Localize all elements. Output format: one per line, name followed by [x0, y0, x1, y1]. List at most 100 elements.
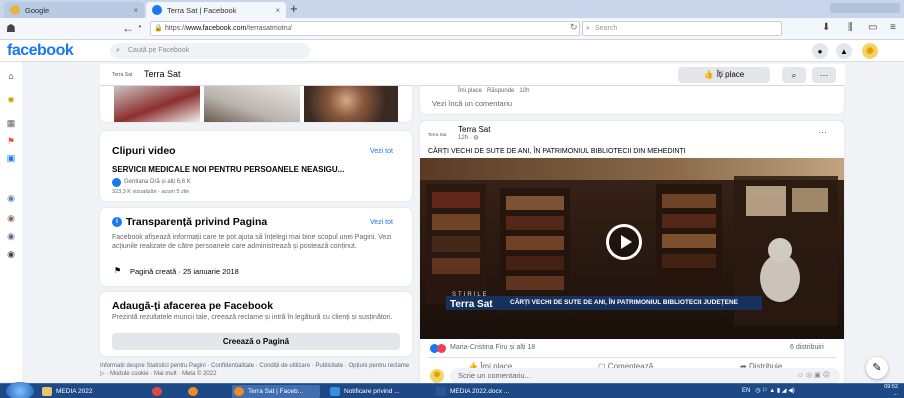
new-message-button[interactable]: ✎ [866, 357, 888, 379]
add-business-card: Adaugă-ți afacerea pe Facebook Prezintă … [100, 292, 412, 356]
view-more-comments-link[interactable]: Vezi încă un comentariu [432, 99, 512, 108]
tray-language[interactable]: EN [742, 388, 750, 394]
taskbar-clock[interactable]: 09:52 ... [868, 384, 898, 398]
firefox-icon [234, 387, 244, 396]
create-page-button[interactable]: Creează o Pagină [112, 333, 400, 350]
word-icon [436, 387, 446, 396]
footer-links[interactable]: Informații despre Statistici pentru Pagi… [100, 362, 412, 378]
page-more-button[interactable]: ··· [812, 67, 836, 83]
avatar[interactable]: ✹ [862, 43, 878, 59]
video-stats: 323,3 K vizualizări · acum 5 zile [112, 189, 190, 195]
library-icon[interactable]: ⫼ [848, 22, 853, 33]
videos-card: Clipuri video Vezi tot SERVICII MEDICALE… [100, 131, 412, 201]
post-reactions[interactable]: Maria-Cristina Firu și alți 18 [450, 344, 535, 351]
business-card-title: Adaugă-ți afacerea pe Facebook [112, 300, 274, 312]
comment-reply-link[interactable]: Răspunde [487, 88, 514, 94]
reload-icon[interactable]: ↻ [570, 22, 578, 33]
close-tab-icon[interactable]: × [275, 6, 280, 15]
taskbar-chrome[interactable] [150, 385, 180, 398]
compose-icon: ✎ [872, 362, 882, 374]
taskbar-firefox[interactable] [186, 385, 216, 398]
post-author[interactable]: Terra Sat [458, 125, 490, 134]
task-label: MEDIA 2022.docx ... [450, 388, 510, 395]
post-options-icon[interactable]: ··· [818, 127, 827, 137]
photo-thumbnail[interactable] [204, 86, 300, 122]
play-icon [621, 235, 632, 249]
profile-avatar-icon[interactable]: ✹ [5, 94, 17, 106]
facebook-icon [152, 5, 162, 15]
divider [428, 357, 836, 358]
comment-like-link[interactable]: Îmi place [458, 88, 482, 94]
post-time[interactable]: 12h · [458, 135, 473, 141]
browser-search-placeholder: Search [595, 25, 618, 32]
tab-google[interactable]: Google × [4, 2, 144, 18]
messenger-icon[interactable]: ● [812, 43, 828, 59]
comment-input[interactable]: Scrie un comentariu... ☺ ◎ ▣ ☹ [450, 368, 840, 384]
transparency-see-all-link[interactable]: Vezi tot [370, 219, 393, 226]
group-icon-4[interactable]: ◉ [5, 248, 17, 260]
business-description: Prezintă rezultatele muncii tale, creeaz… [112, 314, 393, 321]
post-author-avatar[interactable]: Terra Sat [428, 130, 450, 140]
new-tab-button[interactable]: + [290, 2, 298, 16]
like-page-button[interactable]: 👍 Îți place [678, 67, 770, 83]
download-icon[interactable]: ⬇ [822, 22, 830, 33]
more-icon: ··· [819, 70, 829, 80]
start-button[interactable] [6, 382, 34, 398]
home-icon[interactable]: ☗ [6, 22, 16, 35]
firefox-icon [188, 387, 198, 396]
group-icon-2[interactable]: ◉ [5, 212, 17, 224]
url-bar[interactable]: 🔒 https://www.facebook.com/terrasatmotru… [150, 21, 580, 36]
home-icon[interactable]: ⌂ [5, 70, 17, 82]
search-icon: ⌕ [791, 70, 797, 80]
task-label: Terra Sat | Faceb... [248, 388, 304, 395]
page-header-bar: Terra Sat Terra Sat 👍 Îți place ⌕ ··· [100, 64, 845, 86]
love-reaction-icon [437, 344, 446, 353]
group-icon-1[interactable]: ◉ [5, 192, 17, 204]
play-button[interactable] [606, 224, 642, 260]
photo-thumbnail[interactable] [114, 86, 200, 122]
browser-nav-bar: ☗ ← ◔ 🔒 https://www.facebook.com/terrasa… [0, 18, 904, 40]
post-video[interactable]: STIRILE Terra Sat CĂRȚI VECHI DE SUTE DE… [420, 158, 844, 339]
window-controls[interactable] [830, 3, 900, 13]
post-shares[interactable]: 6 distribuiri [790, 344, 824, 351]
group-icon-3[interactable]: ◉ [5, 230, 17, 242]
tab-terra-sat[interactable]: Terra Sat | Facebook × [146, 2, 286, 18]
taskbar-folder-media[interactable]: MEDIA 2022 [40, 385, 128, 398]
like-page-label: Îți place [716, 70, 745, 79]
watch-icon[interactable]: ▣ [5, 152, 17, 164]
taskbar-notification-window[interactable]: Notificare privind ... [328, 385, 416, 398]
photos-strip [100, 86, 412, 122]
page-name[interactable]: Terra Sat [144, 69, 181, 79]
notifications-bell-icon[interactable]: ▲ [836, 43, 852, 59]
comment-composer: ✹ Scrie un comentariu... ☺ ◎ ▣ ☹ [428, 368, 844, 384]
avatar: ✹ [430, 369, 444, 383]
videos-card-title: Clipuri video [112, 145, 176, 157]
menu-icon[interactable]: ≡ [890, 22, 896, 33]
facebook-search-input[interactable]: ⌕ Caută pe Facebook [110, 43, 310, 59]
close-tab-icon[interactable]: × [133, 6, 138, 15]
browser-tab-bar: Google × Terra Sat | Facebook × + [0, 0, 904, 18]
page-mini-logo: Terra Sat [112, 72, 133, 78]
thumbs-up-icon: 👍 [703, 70, 714, 79]
facebook-logo[interactable]: facebook [7, 42, 74, 60]
apps-grid-icon[interactable]: ▦ [5, 117, 17, 129]
pages-flag-icon[interactable]: ⚑ [5, 135, 17, 147]
taskbar-facebook-window[interactable]: Terra Sat | Faceb... [232, 385, 320, 398]
video-reactions[interactable]: Gentiana Dră și alți 6,6 K [124, 179, 191, 185]
browser-search-bar[interactable]: ⌕ Search [582, 21, 782, 36]
video-title[interactable]: SERVICII MEDICALE NOI PENTRU PERSOANELE … [112, 165, 344, 174]
back-arrow-icon[interactable]: ← [122, 21, 134, 35]
emoji-gif-sticker-icons[interactable]: ☺ ◎ ▣ ☹ [797, 368, 830, 384]
tray-icons[interactable]: ◷ ⚐ ▲ ▮ ◢ ◀) [752, 388, 794, 394]
windows-taskbar: MEDIA 2022 Terra Sat | Faceb... Notifica… [0, 382, 904, 398]
history-icon[interactable]: ◔ [136, 22, 142, 33]
photo-thumbnail[interactable] [304, 86, 398, 122]
document-window-icon [330, 387, 340, 396]
videos-see-all-link[interactable]: Vezi tot [370, 148, 393, 155]
page-search-button[interactable]: ⌕ [782, 67, 806, 83]
system-tray[interactable]: EN ◷ ⚐ ▲ ▮ ◢ ◀) [742, 385, 795, 398]
transparency-card-title: Transparență privind Pagina [126, 216, 268, 228]
sidebar-icon[interactable]: ▭ [868, 22, 877, 33]
taskbar-word-document[interactable]: MEDIA 2022.docx ... [434, 385, 524, 398]
lower-third-brand: Terra Sat [450, 299, 493, 310]
